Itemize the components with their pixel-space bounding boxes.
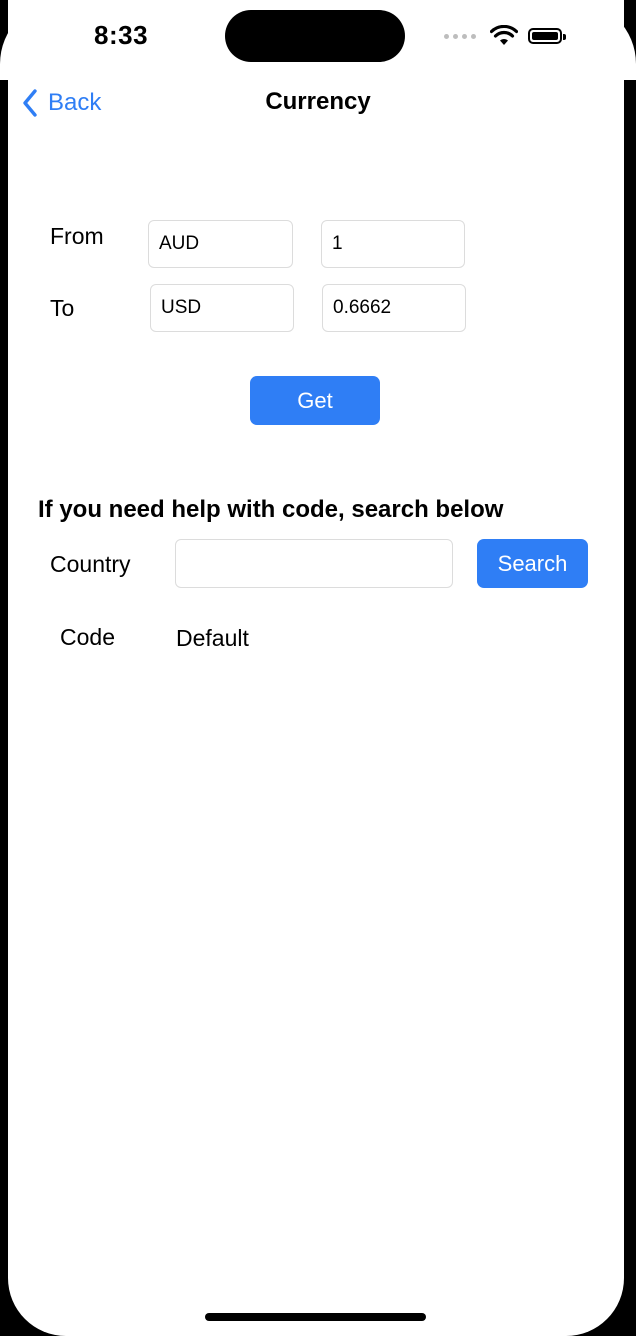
dynamic-island (225, 10, 405, 62)
page-title: Currency (265, 88, 371, 115)
search-button[interactable]: Search (477, 539, 588, 588)
from-amount-field[interactable] (321, 220, 465, 268)
battery-icon (528, 28, 566, 44)
from-label: From (50, 223, 104, 249)
home-indicator[interactable] (205, 1313, 426, 1321)
to-currency-field[interactable] (150, 284, 294, 332)
status-indicators (444, 24, 566, 48)
code-value: Default (176, 625, 249, 651)
get-button[interactable]: Get (250, 376, 380, 425)
country-label: Country (50, 551, 131, 577)
wifi-icon (490, 25, 518, 45)
signal-dots-icon (444, 33, 476, 39)
help-heading: If you need help with code, search below (38, 496, 504, 523)
to-label: To (50, 295, 75, 321)
screen (8, 0, 624, 1336)
status-time: 8:33 (94, 20, 149, 50)
code-label: Code (60, 624, 115, 650)
country-search-input[interactable] (175, 539, 453, 588)
from-currency-field[interactable] (148, 220, 293, 268)
to-amount-field[interactable] (322, 284, 466, 332)
